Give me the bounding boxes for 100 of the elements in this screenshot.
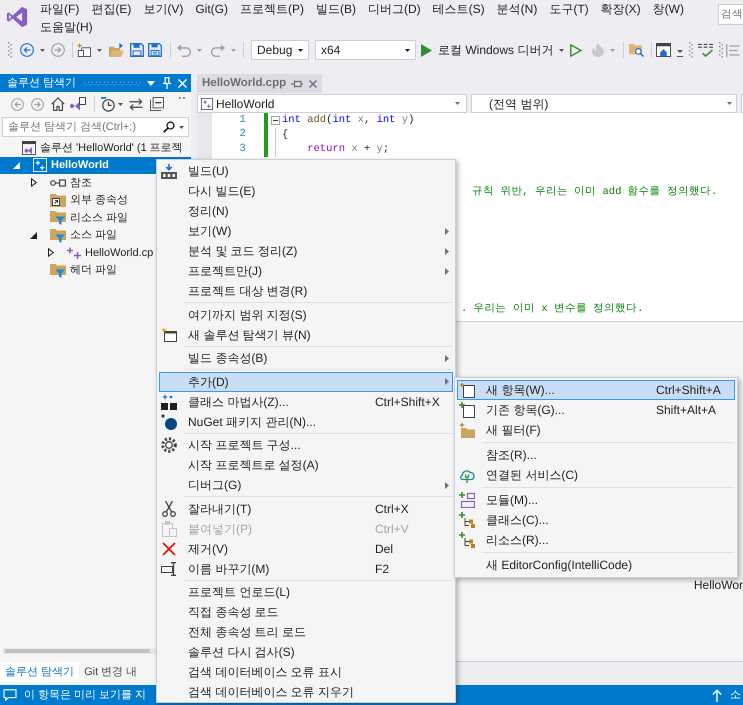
back-icon[interactable] xyxy=(11,98,24,110)
project-dropdown[interactable]: HelloWorld xyxy=(197,94,467,113)
menu-bar-item[interactable]: 확장(X) xyxy=(594,0,647,18)
redo-icon[interactable] xyxy=(211,44,225,56)
menu-bar-item[interactable]: 디버그(D) xyxy=(362,0,427,18)
text-lines-icon[interactable] xyxy=(726,44,740,56)
caret-icon[interactable] xyxy=(118,102,123,106)
up-arrow-icon[interactable] xyxy=(712,688,722,702)
menu-item[interactable]: 클래스 마법사(Z)... Ctrl+Shift+X xyxy=(159,392,453,412)
menu-bar-item[interactable]: 빌드(B) xyxy=(310,0,362,18)
menu-item[interactable]: 잘라내기(T) Ctrl+X xyxy=(159,498,453,518)
menu-bar-item[interactable]: 파일(F) xyxy=(34,0,86,18)
menu-bar-item[interactable]: Git(G) xyxy=(189,0,234,18)
menu-bar-item[interactable]: 분석(N) xyxy=(490,0,544,18)
folder-search-icon[interactable] xyxy=(629,43,644,57)
caret-icon[interactable] xyxy=(405,48,410,52)
menu-item[interactable]: 클래스(C)... xyxy=(457,510,735,530)
play-outline-icon[interactable] xyxy=(570,44,582,56)
menu-item[interactable]: 빌드 종속성(B) xyxy=(159,348,453,368)
menu-item[interactable]: 프로젝트만(J) xyxy=(159,261,453,281)
menu-item[interactable]: 시작 프로젝트로 설정(A) xyxy=(159,455,453,475)
menu-bar-item[interactable]: 도구(T) xyxy=(543,0,595,18)
tree-item[interactable]: HelloWorld.cp xyxy=(44,244,154,262)
menu-item[interactable]: 새 필터(F) xyxy=(457,420,735,440)
menu-item[interactable]: 프로젝트 대상 변경(R) xyxy=(159,281,453,301)
menu-bar-item[interactable]: 프로젝트(P) xyxy=(234,0,310,18)
new-project-icon[interactable] xyxy=(77,43,91,57)
start-debugging-button[interactable]: 로컬 Windows 디버거 xyxy=(421,40,554,60)
menu-item[interactable]: 프로젝트 언로드(L) xyxy=(159,582,453,602)
tree-item[interactable]: 솔루션 'HelloWorld' (1 프로젝 xyxy=(22,139,183,156)
tree-item[interactable]: 리소스 파일 xyxy=(50,209,128,226)
spell-check-icon[interactable] xyxy=(698,43,714,57)
menu-item[interactable]: 기존 항목(G)... Shift+Alt+A xyxy=(457,400,735,420)
search-icon[interactable] xyxy=(163,121,175,133)
menu-item[interactable]: 전체 종속성 트리 로드 xyxy=(159,622,453,642)
menu-item[interactable]: 검색 데이터베이스 오류 지우기 xyxy=(159,682,453,702)
forward-icon[interactable] xyxy=(31,98,44,110)
scope-dropdown[interactable]: (전역 범위) xyxy=(471,94,737,113)
collapsed-arrow-icon[interactable] xyxy=(30,178,36,188)
platform-dropdown[interactable]: x64 xyxy=(315,40,416,60)
menu-bar-item[interactable]: 창(W) xyxy=(646,0,690,18)
close-icon[interactable] xyxy=(309,80,317,88)
menu-item[interactable]: 정리(N) xyxy=(159,201,453,221)
panel-tab[interactable]: 솔루션 탐색기 xyxy=(0,662,80,682)
menu-item[interactable]: 시작 프로젝트 구성... xyxy=(159,435,453,455)
caret-icon[interactable] xyxy=(179,126,184,128)
menu-item[interactable]: 새 EditorConfig(IntelliCode) xyxy=(457,555,735,575)
menu-bar-item[interactable]: 보기(V) xyxy=(137,0,190,18)
menu-bar-item[interactable]: 테스트(S) xyxy=(426,0,491,18)
save-all-icon[interactable] xyxy=(148,43,162,57)
caret-icon[interactable] xyxy=(97,48,102,52)
menu-item[interactable]: 제거(V) Del xyxy=(159,538,453,558)
back-icon[interactable] xyxy=(20,43,34,57)
caret-icon[interactable] xyxy=(559,48,564,52)
tree-item[interactable]: 헤더 파일 xyxy=(50,262,118,279)
window-icon[interactable] xyxy=(656,43,672,57)
configuration-dropdown[interactable]: Debug xyxy=(251,40,309,60)
menu-item[interactable]: 추가(D) xyxy=(159,372,453,392)
menu-item[interactable]: 새 항목(W)... Ctrl+Shift+A xyxy=(457,380,735,400)
switch-views-icon[interactable] xyxy=(70,97,86,111)
expanded-arrow-icon[interactable] xyxy=(30,232,37,239)
menu-item[interactable]: 검색 데이터베이스 오류 표시 xyxy=(159,662,453,682)
sync-icon[interactable] xyxy=(128,98,144,110)
menu-item[interactable]: 연결된 서비스(C) xyxy=(457,465,735,485)
collapse-all-icon[interactable] xyxy=(150,97,164,111)
menu-bar-item[interactable]: 도움말(H) xyxy=(34,18,99,36)
clock-icon[interactable] xyxy=(101,96,115,112)
menu-item[interactable]: 리소스(R)... xyxy=(457,530,735,550)
menu-item[interactable]: NuGet 패키지 관리(N)... xyxy=(159,412,453,432)
menu-item[interactable]: 솔루션 다시 검사(S) xyxy=(159,642,453,662)
open-folder-icon[interactable] xyxy=(109,43,124,57)
home-icon[interactable] xyxy=(51,97,65,111)
scrollbar-thumb[interactable] xyxy=(5,649,150,653)
search-field[interactable]: 솔루션 탐색기 검색(Ctrl+;) xyxy=(2,117,189,137)
menu-item[interactable]: 보기(W) xyxy=(159,221,453,241)
tree-item[interactable]: 외부 종속성 xyxy=(50,192,128,209)
menu-item[interactable]: 직접 종속성 로드 xyxy=(159,602,453,622)
collapse-icon[interactable] xyxy=(270,116,280,125)
caret-icon[interactable] xyxy=(298,48,303,52)
search-field[interactable]: 검색 xyxy=(718,4,743,25)
menu-bar-item[interactable]: 편집(E) xyxy=(85,0,138,18)
collapsed-arrow-icon[interactable] xyxy=(48,248,54,258)
pin-icon[interactable] xyxy=(291,80,303,88)
status-text[interactable]: 소 xyxy=(730,686,741,704)
menu-item[interactable]: 분석 및 코드 정리(Z) xyxy=(159,241,453,261)
panel-tab[interactable]: Git 변경 내 xyxy=(79,662,142,682)
forward-icon[interactable] xyxy=(51,43,65,57)
tree-item[interactable]: 참조 xyxy=(27,174,92,192)
menu-item[interactable]: 모듈(M)... xyxy=(457,490,735,510)
tree-item[interactable]: 소스 파일 xyxy=(27,226,118,244)
undo-icon[interactable] xyxy=(177,44,191,56)
menu-item[interactable]: 여기까지 범위 지정(S) xyxy=(159,304,453,324)
menu-item[interactable]: 디버그(G) xyxy=(159,475,453,495)
editor-tab[interactable]: HelloWorld.cpp xyxy=(197,74,322,93)
caret-icon[interactable] xyxy=(40,48,45,52)
menu-item[interactable]: 이름 바꾸기(M) F2 xyxy=(159,558,453,578)
menu-item[interactable]: 참조(R)... xyxy=(457,445,735,465)
save-icon[interactable] xyxy=(130,43,144,57)
menu-item[interactable]: 다시 빌드(E) xyxy=(159,181,453,201)
toolbar-options-icon[interactable] xyxy=(677,50,684,56)
